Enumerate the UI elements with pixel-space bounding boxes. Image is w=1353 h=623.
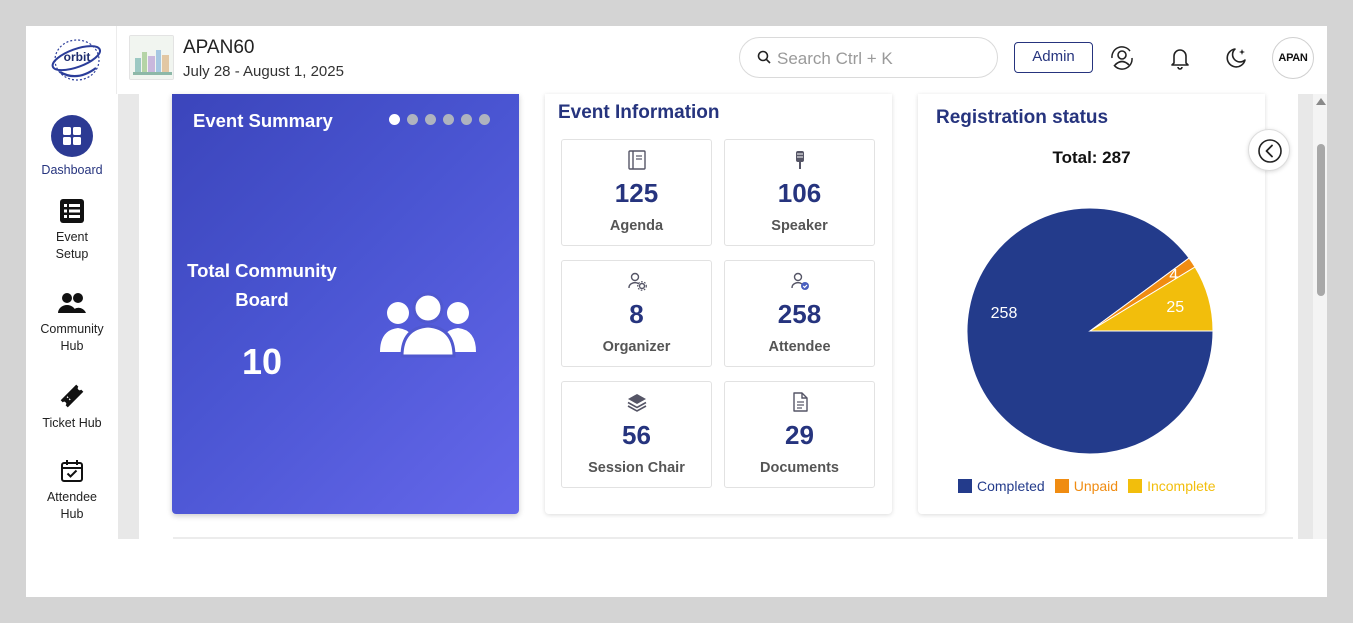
- user-gear-icon: [627, 272, 647, 291]
- search-box[interactable]: Search Ctrl + K: [739, 37, 998, 78]
- logo-text: orbit: [64, 50, 91, 64]
- header-divider: [116, 26, 117, 94]
- bell-icon[interactable]: [1167, 45, 1193, 71]
- tile-label: Organizer: [602, 339, 671, 355]
- legend-item-unpaid[interactable]: Unpaid: [1054, 478, 1119, 494]
- sidebar-item-label: Event Setup: [55, 230, 89, 261]
- legend-label: Unpaid: [1073, 478, 1119, 494]
- tile-value: 258: [777, 299, 822, 329]
- microphone-icon: [795, 151, 804, 169]
- pie-data-label: 258: [991, 305, 1018, 322]
- section-divider: [173, 537, 1293, 539]
- tile-value: 125: [614, 178, 659, 208]
- list-icon: [60, 199, 84, 223]
- sidebar-item-label: Attendee Hub: [46, 490, 98, 521]
- search-icon: [757, 50, 771, 69]
- agenda-tile[interactable]: 125 Agenda: [561, 139, 712, 246]
- top-header: orbit APAN60 July 28 - August 1, 2025 Se…: [26, 26, 1327, 94]
- attendee-tile[interactable]: 258 Attendee: [724, 260, 875, 367]
- event-summary-card: Event Summary Total Community Board 10: [172, 94, 519, 514]
- carousel-dot[interactable]: [461, 114, 472, 125]
- layers-icon: [627, 394, 646, 412]
- dashboard-icon: [51, 115, 93, 157]
- pie-data-label: 25: [1166, 299, 1184, 316]
- sidebar: Dashboard Event Setup Community Hub Tick…: [26, 94, 118, 539]
- carousel-dot[interactable]: [407, 114, 418, 125]
- tile-label: Speaker: [771, 218, 828, 234]
- document-icon: [792, 392, 808, 412]
- organizer-tile[interactable]: 8 Organizer: [561, 260, 712, 367]
- tile-label: Agenda: [609, 218, 664, 234]
- carousel-dot[interactable]: [389, 114, 400, 125]
- ticket-icon: [60, 384, 84, 408]
- tile-label: Attendee: [768, 339, 831, 355]
- sidebar-item-event-setup[interactable]: Event Setup: [26, 198, 118, 263]
- legend-label: Completed: [977, 478, 1045, 494]
- registration-status-card: Registration status Total: 287 258 4 25 Co…: [918, 94, 1265, 514]
- people-group-icon: [380, 292, 476, 358]
- collapse-panel-button[interactable]: [1248, 129, 1290, 171]
- user-avatar[interactable]: APAN: [1272, 37, 1314, 79]
- sidebar-item-label: Ticket Hub: [42, 416, 102, 430]
- notebook-icon: [627, 150, 646, 170]
- admin-button[interactable]: Admin: [1014, 42, 1093, 73]
- carousel-dot[interactable]: [425, 114, 436, 125]
- tile-value: 56: [622, 420, 651, 450]
- chart-legend: Completed Unpaid Incomplete: [958, 478, 1216, 494]
- speaker-tile[interactable]: 106 Speaker: [724, 139, 875, 246]
- info-title: Event Information: [558, 102, 720, 123]
- event-thumbnail: [129, 35, 174, 80]
- session-chair-tile[interactable]: 56 Session Chair: [561, 381, 712, 488]
- user-check-icon: [790, 272, 809, 290]
- user-sync-icon[interactable]: [1109, 45, 1135, 71]
- tile-value: 106: [777, 178, 822, 208]
- legend-swatch: [958, 479, 972, 493]
- carousel-dot[interactable]: [479, 114, 490, 125]
- carousel-dots: [389, 114, 490, 125]
- orbit-logo[interactable]: orbit: [50, 36, 104, 84]
- legend-swatch: [1054, 479, 1069, 493]
- sidebar-item-ticket-hub[interactable]: Ticket Hub: [26, 382, 118, 432]
- legend-item-incomplete[interactable]: Incomplete: [1128, 478, 1216, 494]
- content-gutter-left: [118, 94, 139, 539]
- chevron-left-icon: [1258, 139, 1282, 163]
- scrollbar-thumb[interactable]: [1317, 144, 1325, 296]
- sidebar-item-label: Community Hub: [40, 322, 104, 353]
- event-dates: July 28 - August 1, 2025: [183, 63, 344, 80]
- app-window: orbit APAN60 July 28 - August 1, 2025 Se…: [26, 26, 1327, 597]
- tile-label: Session Chair: [588, 460, 685, 476]
- dark-mode-icon[interactable]: [1223, 45, 1249, 71]
- legend-swatch: [1128, 479, 1143, 493]
- documents-tile[interactable]: 29 Documents: [724, 381, 875, 488]
- users-icon: [58, 293, 86, 313]
- legend-label: Incomplete: [1147, 478, 1216, 494]
- event-title: APAN60: [183, 37, 255, 58]
- legend-item-completed[interactable]: Completed: [958, 478, 1045, 494]
- carousel-dot[interactable]: [443, 114, 454, 125]
- search-placeholder: Search Ctrl + K: [777, 49, 893, 68]
- event-information-card: Event Information 125 Agenda 106 Speaker…: [545, 94, 892, 514]
- sidebar-item-label: Dashboard: [41, 163, 103, 177]
- sidebar-item-community-hub[interactable]: Community Hub: [26, 292, 118, 355]
- summary-title: Event Summary: [193, 110, 333, 131]
- community-board-count: 10: [241, 341, 283, 382]
- sidebar-item-dashboard[interactable]: Dashboard: [26, 115, 118, 179]
- tile-value: 8: [629, 299, 644, 329]
- content-gutter-right: [1298, 94, 1313, 539]
- tile-value: 29: [785, 420, 814, 450]
- sidebar-item-attendee-hub[interactable]: Attendee Hub: [26, 458, 118, 523]
- tile-label: Documents: [760, 460, 839, 476]
- scroll-up-arrow[interactable]: [1316, 98, 1326, 105]
- community-board-label: Total Community Board: [187, 260, 337, 310]
- registration-pie-chart: 258425: [966, 207, 1214, 455]
- calendar-check-icon: [61, 460, 83, 482]
